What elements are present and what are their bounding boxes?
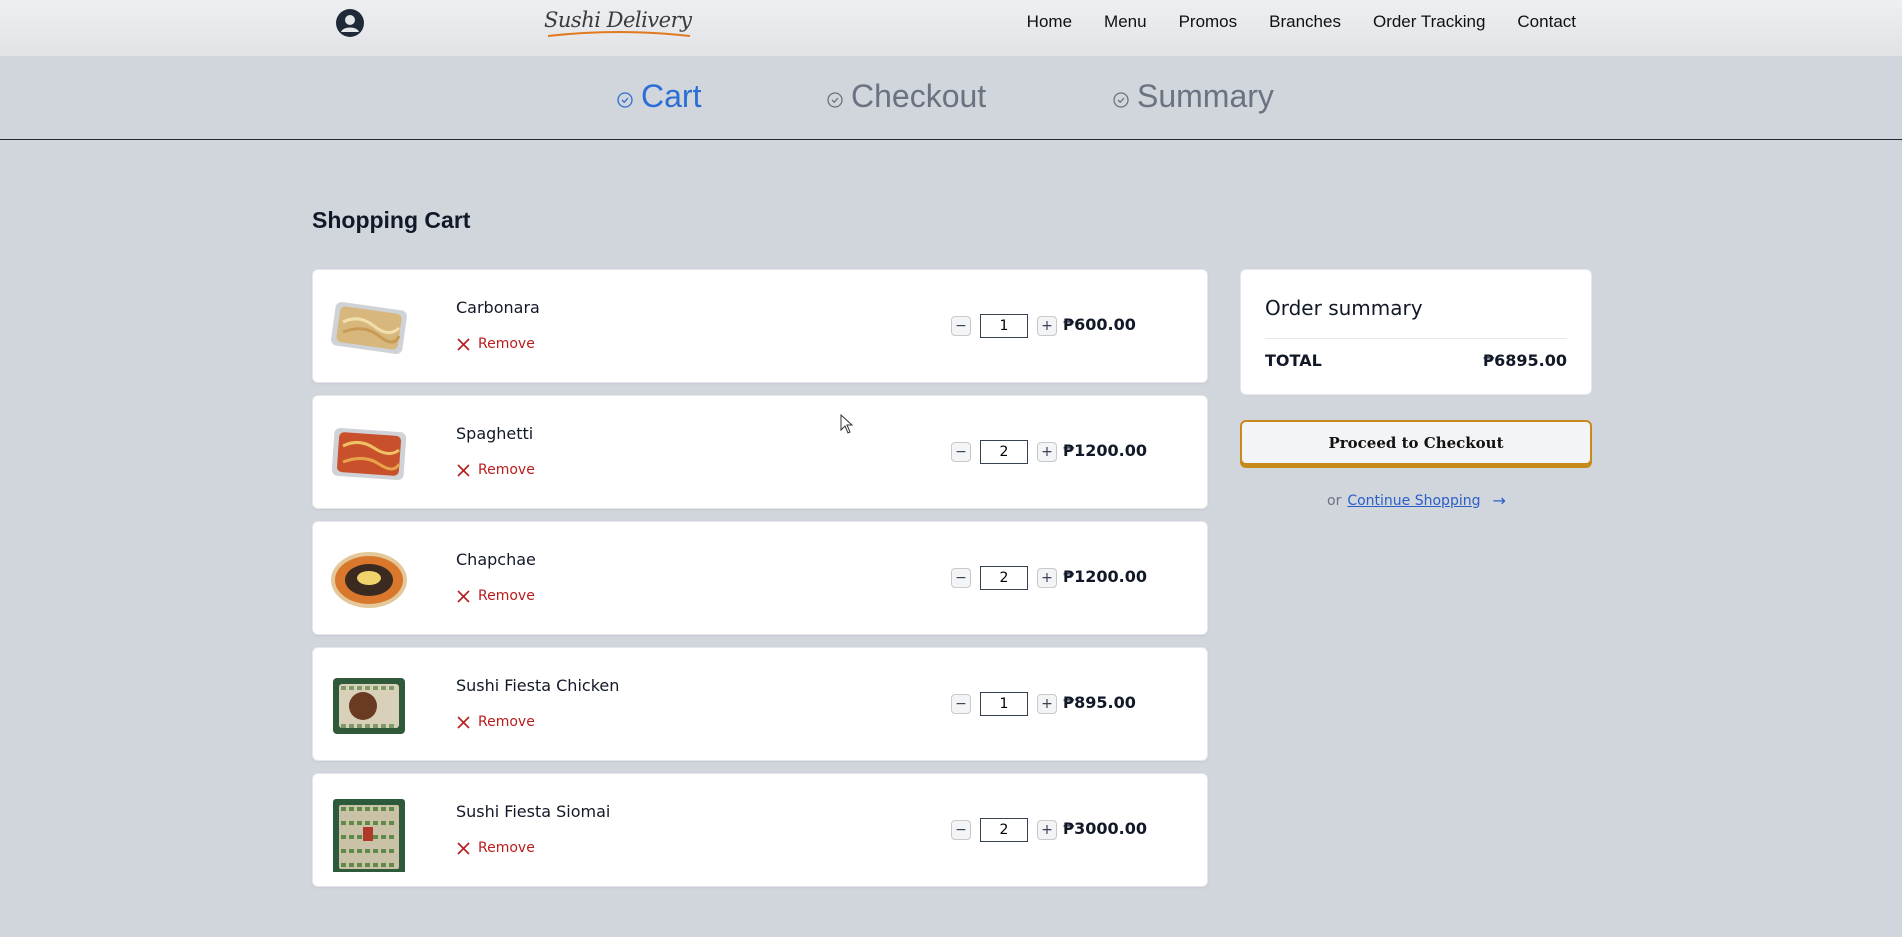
- item-price: ₱895.00: [1063, 693, 1136, 712]
- quantity-input[interactable]: [980, 692, 1028, 716]
- item-name: Spaghetti: [456, 424, 534, 443]
- increase-qty-button[interactable]: +: [1037, 442, 1057, 462]
- remove-label: Remove: [478, 336, 535, 352]
- step-checkout[interactable]: Checkout: [827, 78, 986, 115]
- chapchae-image: [331, 552, 407, 608]
- close-icon: [457, 589, 470, 603]
- nav-menu[interactable]: Menu: [1104, 12, 1147, 32]
- arrow-right-icon: →: [1492, 491, 1506, 510]
- quantity-input[interactable]: [980, 314, 1028, 338]
- quantity-stepper: − +: [951, 818, 1057, 842]
- check-circle-icon: [827, 91, 843, 108]
- continue-shopping-row: or Continue Shopping →: [1327, 491, 1506, 510]
- nav-branches[interactable]: Branches: [1269, 12, 1341, 32]
- sushi-fiesta-siomai-image: [333, 799, 405, 872]
- quantity-stepper: − +: [951, 692, 1057, 716]
- decrease-qty-button[interactable]: −: [951, 442, 971, 462]
- remove-label: Remove: [478, 588, 535, 604]
- mouse-cursor-icon: [840, 414, 854, 434]
- step-checkout-label: Checkout: [851, 78, 987, 114]
- cart-item: Spaghetti Remove − + ₱1200.00: [312, 395, 1208, 509]
- increase-qty-button[interactable]: +: [1037, 820, 1057, 840]
- top-navbar: Sushi Delivery Home Menu Promos Branches…: [0, 0, 1902, 56]
- carbonara-image: [331, 301, 407, 355]
- order-summary-card: Order summary TOTAL ₱6895.00: [1240, 269, 1592, 395]
- check-circle-icon: [617, 91, 633, 108]
- sushi-delivery-logo[interactable]: Sushi Delivery: [544, 2, 694, 42]
- nav-order-tracking[interactable]: Order Tracking: [1373, 12, 1485, 32]
- step-summary[interactable]: Summary: [1113, 78, 1274, 115]
- item-name: Carbonara: [456, 298, 540, 317]
- total-value: ₱6895.00: [1482, 351, 1567, 370]
- increase-qty-button[interactable]: +: [1037, 568, 1057, 588]
- item-name: Sushi Fiesta Siomai: [456, 802, 611, 821]
- quantity-stepper: − +: [951, 314, 1057, 338]
- proceed-to-checkout-button[interactable]: Proceed to Checkout: [1240, 420, 1592, 465]
- checkout-stepper: Cart Checkout Summary: [0, 56, 1902, 140]
- close-icon: [457, 841, 470, 855]
- remove-label: Remove: [478, 462, 535, 478]
- step-cart[interactable]: Cart: [617, 78, 701, 115]
- remove-button[interactable]: Remove: [457, 714, 535, 730]
- cart-item: Sushi Fiesta Chicken Remove − + ₱895.00: [312, 647, 1208, 761]
- order-summary-title: Order summary: [1265, 296, 1423, 320]
- decrease-qty-button[interactable]: −: [951, 694, 971, 714]
- continue-shopping-link[interactable]: Continue Shopping: [1347, 493, 1480, 509]
- summary-divider: [1265, 338, 1567, 339]
- sushi-fiesta-chicken-image: [333, 678, 405, 734]
- logo-text: Sushi Delivery: [544, 8, 692, 32]
- user-account-icon[interactable]: [336, 9, 364, 37]
- spaghetti-image: [331, 427, 407, 481]
- item-name: Chapchae: [456, 550, 536, 569]
- item-price: ₱600.00: [1063, 315, 1136, 334]
- remove-button[interactable]: Remove: [457, 336, 535, 352]
- nav-promos[interactable]: Promos: [1179, 12, 1238, 32]
- item-price: ₱3000.00: [1063, 819, 1148, 838]
- decrease-qty-button[interactable]: −: [951, 316, 971, 336]
- remove-button[interactable]: Remove: [457, 588, 535, 604]
- cart-item: Chapchae Remove − + ₱1200.00: [312, 521, 1208, 635]
- remove-button[interactable]: Remove: [457, 462, 535, 478]
- quantity-stepper: − +: [951, 566, 1057, 590]
- item-price: ₱1200.00: [1063, 441, 1148, 460]
- decrease-qty-button[interactable]: −: [951, 820, 971, 840]
- quantity-input[interactable]: [980, 440, 1028, 464]
- item-name: Sushi Fiesta Chicken: [456, 676, 620, 695]
- close-icon: [457, 337, 470, 351]
- close-icon: [457, 715, 470, 729]
- remove-button[interactable]: Remove: [457, 840, 535, 856]
- remove-label: Remove: [478, 840, 535, 856]
- quantity-input[interactable]: [980, 818, 1028, 842]
- cart-item: Sushi Fiesta Siomai Remove − + ₱3000.00: [312, 773, 1208, 887]
- decrease-qty-button[interactable]: −: [951, 568, 971, 588]
- item-price: ₱1200.00: [1063, 567, 1148, 586]
- quantity-stepper: − +: [951, 440, 1057, 464]
- increase-qty-button[interactable]: +: [1037, 694, 1057, 714]
- check-circle-icon: [1113, 91, 1129, 108]
- cart-item: Carbonara Remove − + ₱600.00: [312, 269, 1208, 383]
- close-icon: [457, 463, 470, 477]
- continue-prefix: or: [1327, 492, 1342, 509]
- increase-qty-button[interactable]: +: [1037, 316, 1057, 336]
- main-nav: Home Menu Promos Branches Order Tracking…: [1027, 12, 1576, 32]
- step-summary-label: Summary: [1137, 78, 1274, 114]
- nav-contact[interactable]: Contact: [1517, 12, 1576, 32]
- quantity-input[interactable]: [980, 566, 1028, 590]
- total-label: TOTAL: [1265, 351, 1322, 370]
- remove-label: Remove: [478, 714, 535, 730]
- nav-home[interactable]: Home: [1027, 12, 1072, 32]
- logo-swoosh-icon: [547, 31, 691, 37]
- page-title: Shopping Cart: [312, 207, 471, 233]
- step-cart-label: Cart: [641, 78, 702, 114]
